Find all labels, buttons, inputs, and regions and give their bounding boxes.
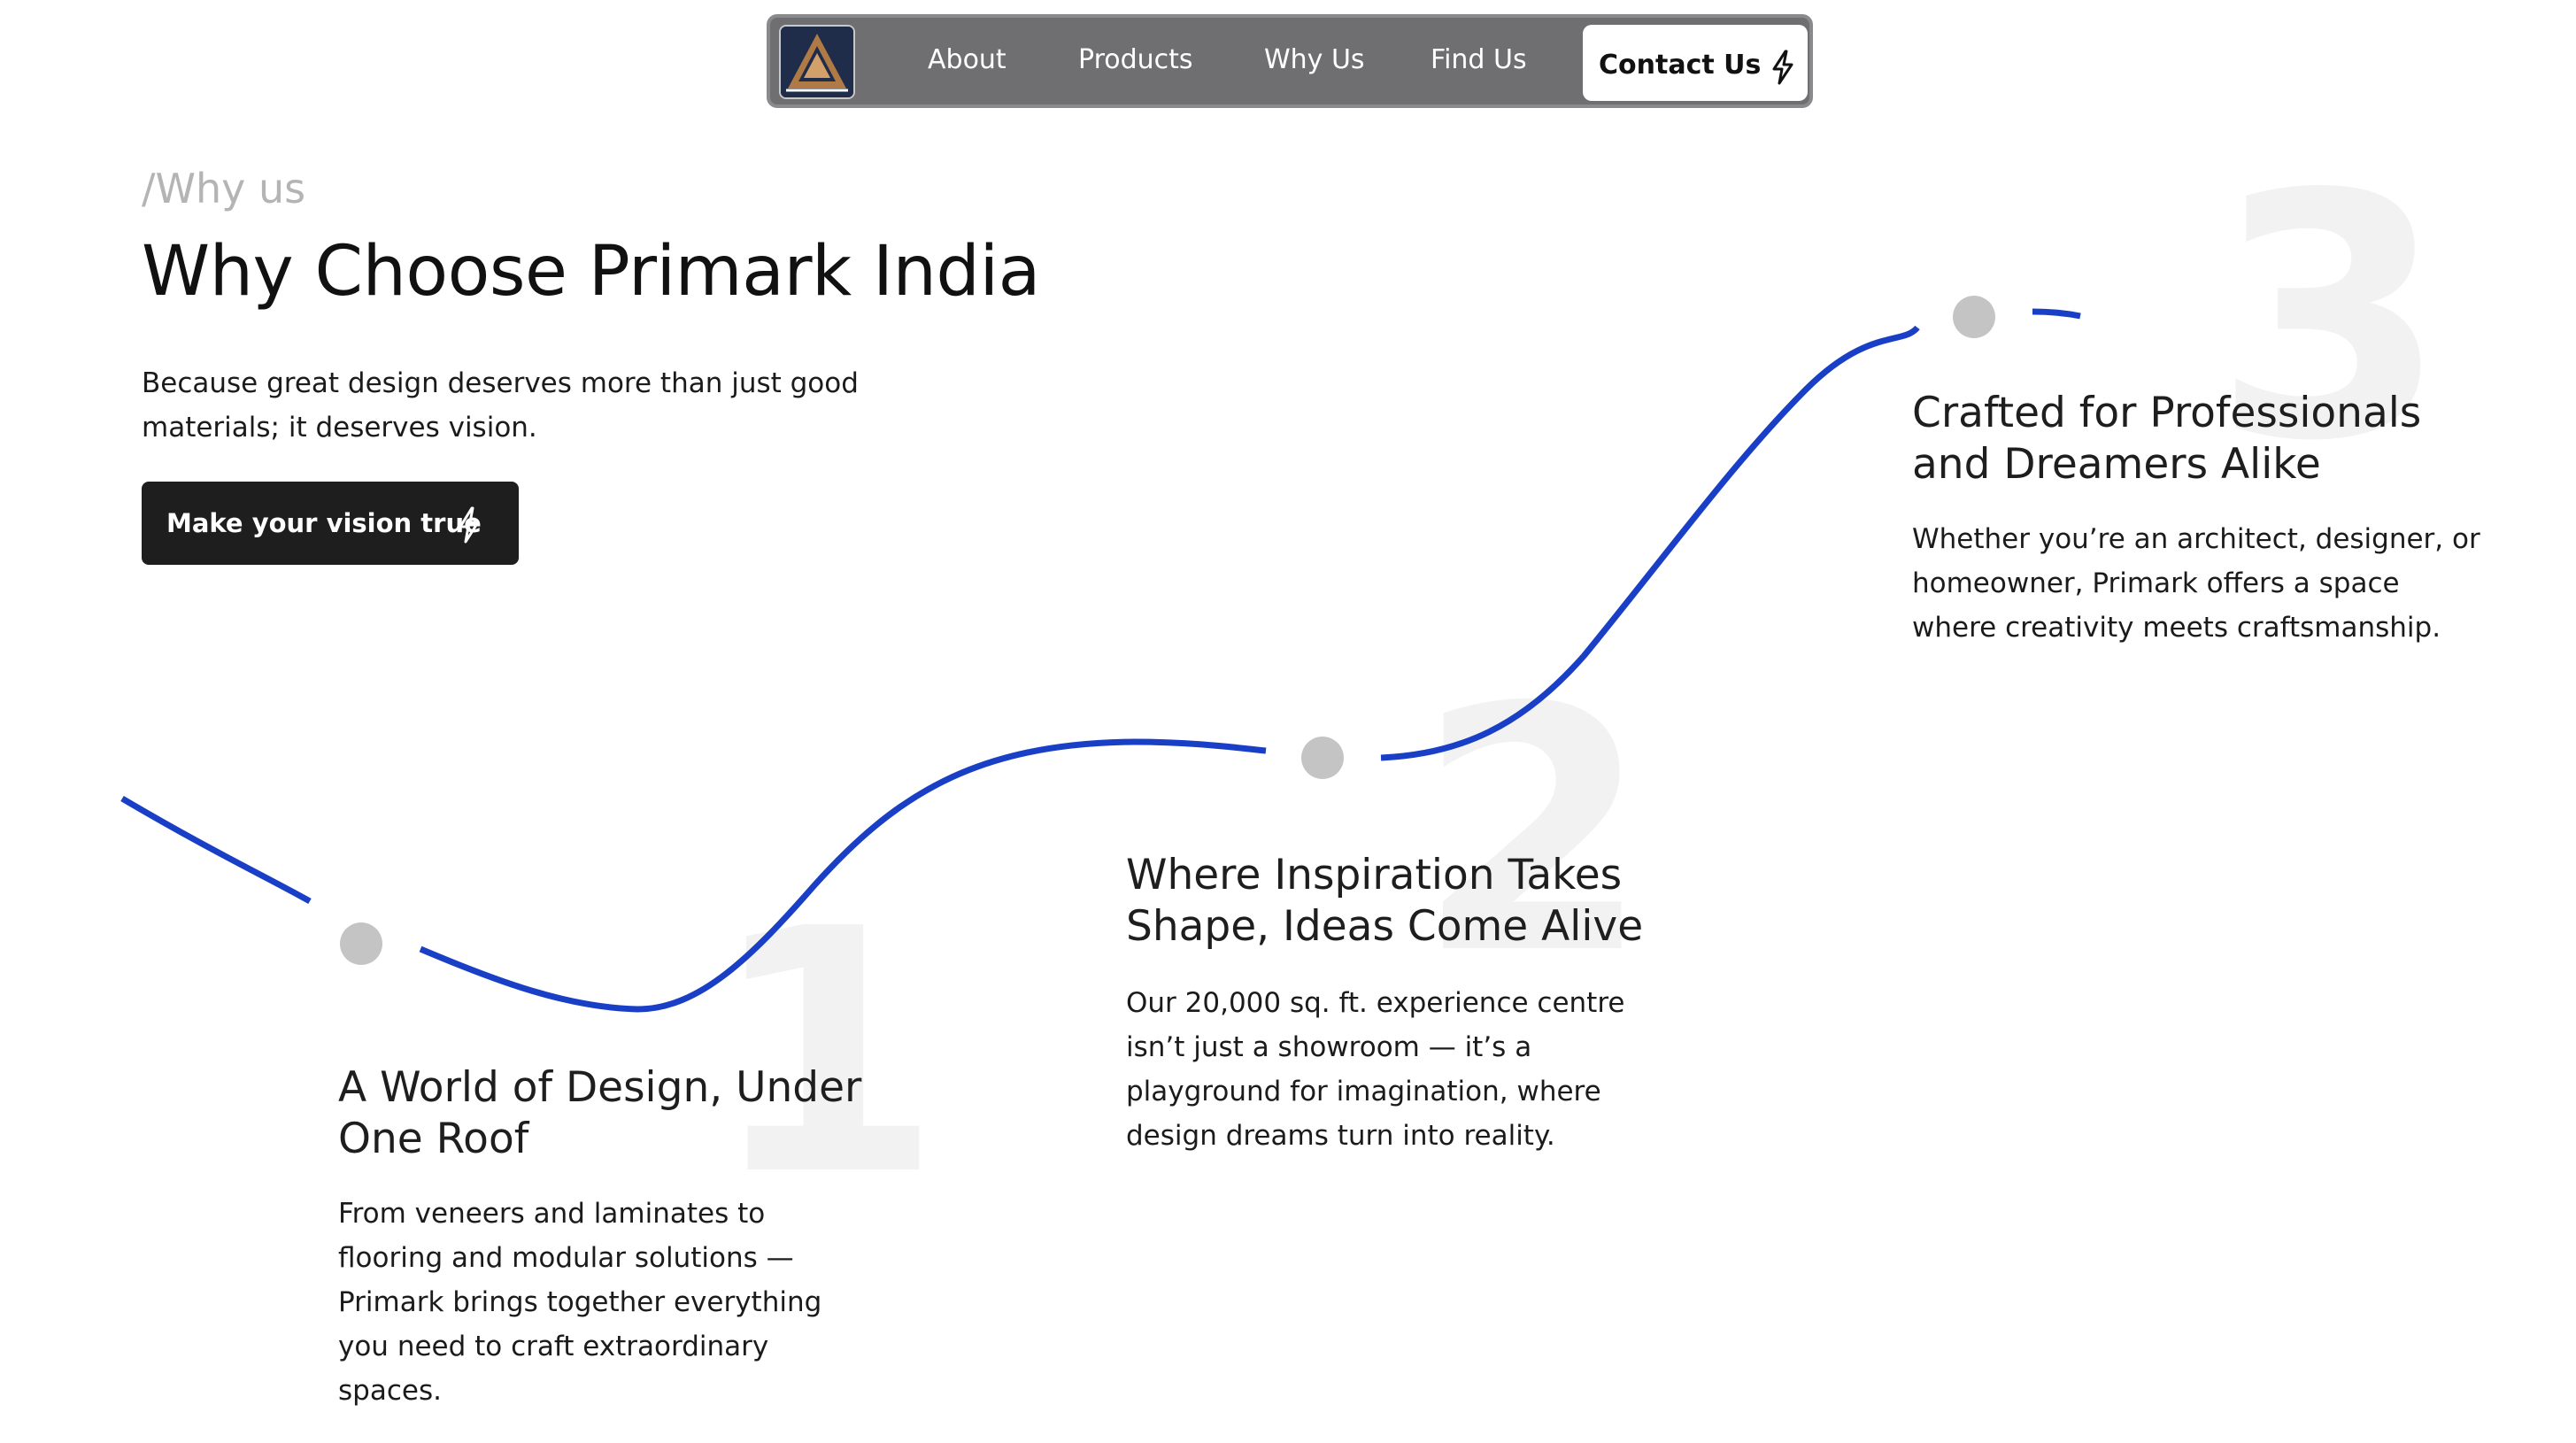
nav-link-about[interactable]: About bbox=[928, 44, 1006, 75]
section-eyebrow: /Why us bbox=[142, 165, 306, 212]
nav-link-why-us[interactable]: Why Us bbox=[1264, 44, 1365, 75]
step-2-text: Our 20,000 sq. ft. experience centre isn… bbox=[1126, 987, 1625, 1152]
timeline-dot-2 bbox=[1301, 737, 1344, 779]
curve-segment-4 bbox=[2032, 308, 2081, 320]
step-3-text: Whether you’re an architect, designer, o… bbox=[1912, 523, 2480, 644]
make-vision-true-button[interactable]: Make your vision true bbox=[142, 482, 519, 565]
curve-segment-1 bbox=[120, 795, 312, 905]
primark-logo[interactable] bbox=[779, 25, 855, 99]
top-nav: About Products Why Us Find Us Contact Us bbox=[767, 14, 1813, 108]
nav-link-products[interactable]: Products bbox=[1078, 44, 1193, 75]
step-1-title: A World of Design, Under One Roof bbox=[338, 1063, 862, 1163]
contact-us-label: Contact Us bbox=[1599, 50, 1762, 81]
timeline-dot-1 bbox=[340, 922, 382, 965]
page-title: Why Choose Primark India bbox=[142, 232, 1040, 312]
step-1-text: From veneers and laminates to flooring a… bbox=[338, 1198, 822, 1407]
curve-segment-3 bbox=[1380, 325, 1920, 761]
lightning-icon bbox=[1770, 50, 1795, 89]
step-3-title: Crafted for Professionals and Dreamers A… bbox=[1912, 389, 2422, 489]
contact-us-button[interactable]: Contact Us bbox=[1583, 25, 1808, 101]
cta-label: Make your vision true bbox=[166, 508, 482, 538]
page-subtitle: Because great design deserves more than … bbox=[142, 367, 859, 444]
timeline-dot-3 bbox=[1953, 296, 1995, 338]
lightning-icon bbox=[457, 506, 482, 547]
nav-link-find-us[interactable]: Find Us bbox=[1431, 44, 1527, 75]
step-2-title: Where Inspiration Takes Shape, Ideas Com… bbox=[1126, 851, 1644, 951]
